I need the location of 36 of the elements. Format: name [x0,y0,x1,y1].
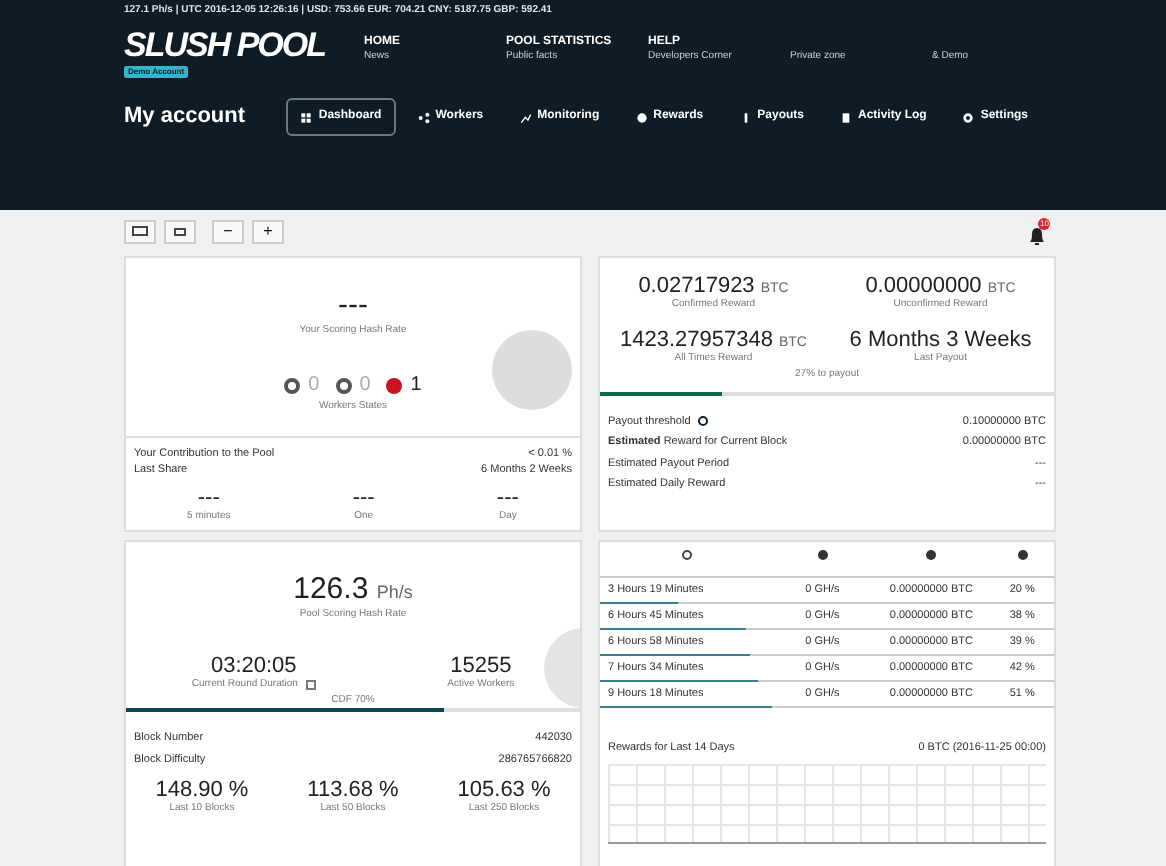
share-icon [417,111,430,123]
bell-icon[interactable] [1028,226,1046,246]
round-duration: 03:20:05 [208,654,299,678]
chart-icon [519,111,532,123]
wide-view-button[interactable] [124,220,156,244]
luck-value: 148.90 % [155,777,249,802]
narrow-view-button[interactable] [164,220,196,244]
page-title: My account [124,102,248,133]
luck-value: 113.68 % [307,777,399,802]
luck-value: 105.63 % [457,777,551,802]
state-count: 1 [410,372,422,400]
reward-value: 1423.27957348 [620,327,773,352]
reward-value: 0.00000000 [865,274,982,298]
period-value: --- [496,486,519,511]
zoom-out-button[interactable]: − [212,220,244,244]
error-state-icon [386,377,403,393]
monitor-icon [174,227,186,237]
ok-state-icon [284,377,301,393]
background-drawing [492,330,572,410]
hashrate-value: --- [336,290,370,323]
reward-value: 6 Months 3 Weeks [849,327,1032,352]
external-link-icon[interactable] [305,680,316,691]
pool-hashrate-value: 126.3 Ph/s [291,574,415,607]
clock-icon [681,550,692,561]
period-value: --- [352,486,375,511]
period-value: --- [195,486,222,511]
reward-value: 0.02717923 [638,274,755,298]
grid-icon [300,111,313,123]
monitor-icon [132,226,148,238]
zoom-in-button[interactable]: + [252,220,284,244]
state-count: 0 [359,372,371,400]
state-count: 0 [308,372,320,400]
logo-text[interactable]: SLUSH POOL [124,27,364,61]
settings-icon [962,111,975,123]
active-workers-value: 15255 [448,654,514,678]
off-state-icon [335,377,352,393]
